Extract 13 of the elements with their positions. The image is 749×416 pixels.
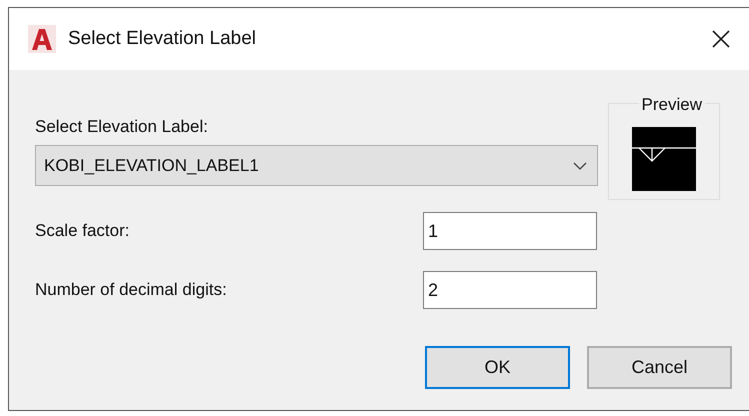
chevron-down-icon <box>573 162 587 170</box>
field-label: Scale factor: <box>35 221 130 241</box>
window-title: Select Elevation Label <box>68 28 258 50</box>
input-field[interactable]: 2 <box>423 271 597 309</box>
field-label: Number of decimal digits: <box>35 280 228 300</box>
dialog-button[interactable]: OK <box>425 346 570 389</box>
app-logo-icon <box>28 25 56 53</box>
field-label: Select Elevation Label: <box>35 117 209 137</box>
elevation-symbol-preview <box>632 127 696 191</box>
dropdown[interactable]: KOBI_ELEVATION_LABEL1 <box>35 145 598 186</box>
close-icon[interactable] <box>711 29 731 49</box>
dialog-button[interactable]: Cancel <box>587 346 732 389</box>
input-field[interactable]: 1 <box>423 212 597 250</box>
